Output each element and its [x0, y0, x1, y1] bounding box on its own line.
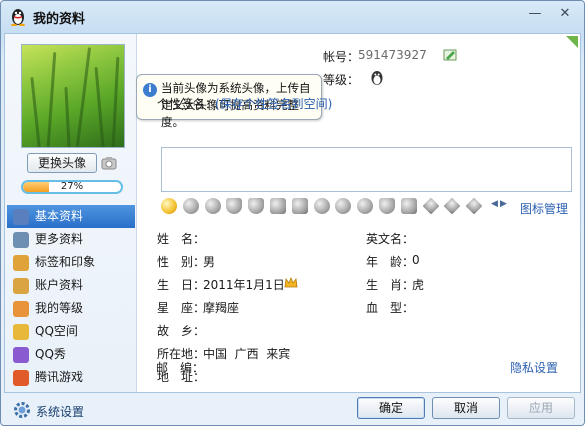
- penguin-level-icon: [371, 71, 383, 85]
- music-icon[interactable]: [270, 198, 286, 214]
- icon-manage-link[interactable]: 图标管理: [520, 200, 568, 217]
- english-name-label: 英文名：: [366, 232, 415, 246]
- age-value[interactable]: 0: [412, 253, 420, 267]
- refresh-icon[interactable]: [335, 198, 352, 214]
- avatar[interactable]: [21, 44, 125, 148]
- gem-icon[interactable]: [357, 198, 374, 214]
- age-label: 年 龄：: [366, 255, 415, 269]
- zodiac-label: 生 肖：: [366, 278, 415, 292]
- postcode-label-visible: 邮 编：: [156, 361, 205, 375]
- games-icon: [13, 370, 29, 386]
- photo-icon[interactable]: [291, 198, 308, 214]
- more-info-icon: [13, 232, 29, 248]
- account-label: 帐号：: [323, 50, 360, 64]
- sidebar-item[interactable]: 基本资料: [7, 205, 135, 228]
- privacy-settings-link[interactable]: 隐私设置: [510, 359, 558, 376]
- sidebar-nav: 基本资料更多资料标签和印象账户资料我的等级 QQ空间 QQ秀腾讯游戏: [7, 205, 135, 389]
- tag-icon: [13, 255, 29, 271]
- qqshow-icon: [13, 347, 29, 363]
- close-button[interactable]: ✕: [554, 5, 576, 23]
- diamond-icon[interactable]: [422, 197, 440, 215]
- profile-window: 我的资料 — ✕ 更换头像 27% 基本资料 更多资料 标签和印象 账户资料 我…: [0, 0, 585, 426]
- qzone-icon: [13, 324, 29, 340]
- title-bar: 我的资料 — ✕: [1, 1, 584, 31]
- sidebar-item[interactable]: QQ秀: [7, 343, 135, 366]
- level-icon: [13, 301, 29, 317]
- completeness-progress: 27%: [21, 180, 123, 194]
- footer-bar: 系统设置 确定 取消 应用: [1, 393, 584, 425]
- signature-input[interactable]: [161, 147, 572, 192]
- sidebar-item-label: QQ秀: [35, 347, 66, 361]
- window-title: 我的资料: [33, 12, 86, 27]
- camera-icon[interactable]: [101, 155, 117, 171]
- vip-icon[interactable]: [161, 198, 177, 214]
- scroll-left-icon[interactable]: ◀: [491, 199, 498, 209]
- sidebar-item[interactable]: QQ空间: [7, 320, 135, 343]
- sidebar-item-label: 腾讯游戏: [35, 370, 84, 384]
- zodiac-value[interactable]: 虎: [412, 276, 424, 293]
- level-label: 等级：: [323, 73, 360, 87]
- diamond-icon[interactable]: [465, 197, 483, 215]
- scroll-right-icon[interactable]: ▶: [500, 199, 507, 209]
- ok-button[interactable]: 确定: [357, 397, 425, 419]
- info-icon: i: [143, 83, 157, 97]
- sidebar-item-label: QQ空间: [35, 324, 78, 338]
- mail-icon[interactable]: [400, 198, 417, 214]
- gear-icon[interactable]: [13, 401, 31, 419]
- badge-icon[interactable]: [248, 198, 265, 214]
- hometown-label: 故 乡：: [157, 324, 206, 338]
- sidebar-item[interactable]: 我的等级: [7, 297, 135, 320]
- edit-icon[interactable]: [443, 48, 457, 62]
- birthday-value[interactable]: 2011年1月1日: [203, 276, 285, 293]
- t-icon[interactable]: [379, 198, 395, 214]
- gender-value[interactable]: 男: [203, 253, 215, 270]
- save-signature-link[interactable]: (保存个性签名到空间): [215, 95, 332, 112]
- sidebar-item-label: 账户资料: [35, 278, 84, 292]
- constellation-label: 星 座：: [157, 301, 206, 315]
- account-icon: [13, 278, 29, 294]
- diamond-icon[interactable]: [443, 197, 461, 215]
- content-panel: 更换头像 27% 基本资料更多资料标签和印象账户资料我的等级 QQ空间 QQ秀腾讯游…: [4, 33, 581, 393]
- completeness-text: 27%: [60, 181, 84, 192]
- system-settings-link[interactable]: 系统设置: [36, 403, 84, 420]
- sidebar-item[interactable]: 腾讯游戏: [7, 366, 135, 389]
- blood-type-label: 血 型：: [366, 301, 415, 315]
- pet-icon[interactable]: [204, 198, 221, 214]
- birthday-label: 生 日：: [157, 278, 206, 292]
- corner-resize-icon: [566, 36, 578, 48]
- sidebar-item-label: 基本资料: [35, 209, 84, 223]
- phone-icon[interactable]: [313, 198, 330, 214]
- name-label: 姓 名：: [157, 232, 206, 246]
- sidebar-item[interactable]: 标签和印象: [7, 251, 135, 274]
- qq-penguin-icon: [11, 9, 25, 26]
- crown-icon: [284, 276, 298, 288]
- change-avatar-button[interactable]: 更换头像: [27, 153, 97, 173]
- id-card-icon: [13, 209, 29, 225]
- sidebar-item[interactable]: 账户资料: [7, 274, 135, 297]
- account-number: 591473927: [358, 48, 427, 62]
- cancel-button[interactable]: 取消: [432, 397, 500, 419]
- sidebar-item-label: 标签和印象: [35, 255, 96, 269]
- sidebar: 更换头像 27% 基本资料更多资料标签和印象账户资料我的等级 QQ空间 QQ秀腾讯游…: [5, 34, 137, 392]
- gender-label: 性 别：: [157, 255, 206, 269]
- sidebar-item-label: 更多资料: [35, 232, 84, 246]
- sidebar-item[interactable]: 更多资料: [7, 228, 135, 251]
- location-value[interactable]: 中国 广西 来宾: [203, 345, 290, 362]
- shield-icon[interactable]: [226, 198, 243, 214]
- sidebar-item-label: 我的等级: [35, 301, 84, 315]
- signature-label: 个性签名：: [157, 97, 218, 111]
- apply-button[interactable]: 应用: [507, 397, 575, 419]
- heart-icon[interactable]: [182, 198, 199, 214]
- constellation-value[interactable]: 摩羯座: [203, 299, 239, 316]
- minimize-button[interactable]: —: [524, 5, 546, 23]
